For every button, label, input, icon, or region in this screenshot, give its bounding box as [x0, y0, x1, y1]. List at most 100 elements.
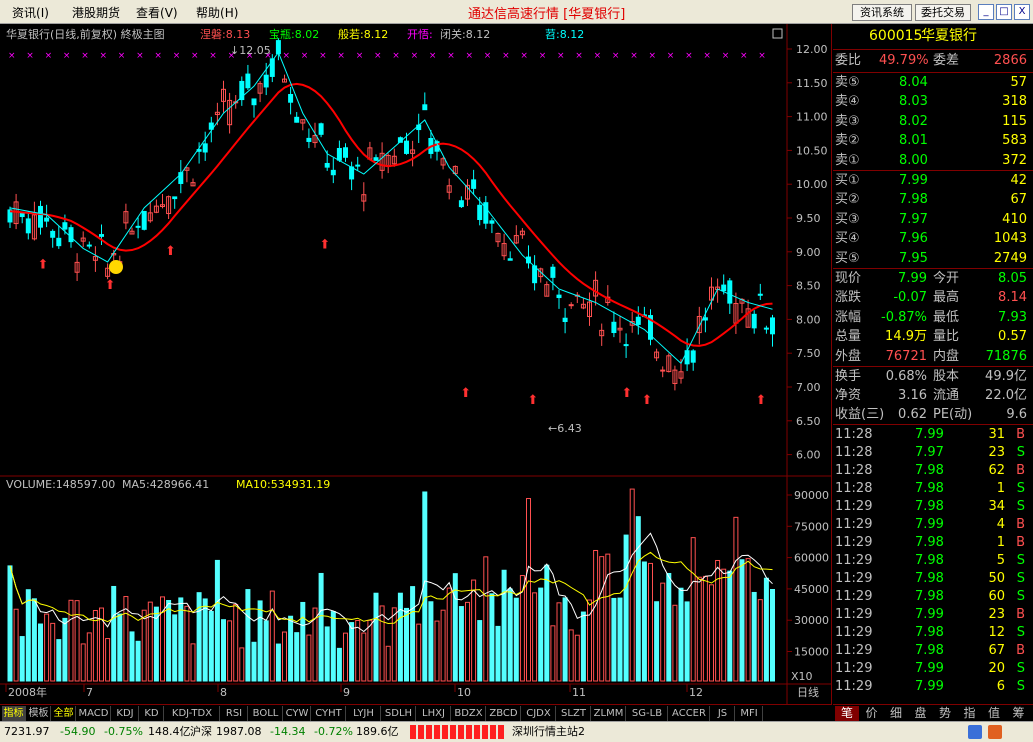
candle: [550, 266, 556, 278]
volume-bar: [355, 620, 361, 682]
buy-arrow-icon: ⬆: [460, 386, 471, 401]
indicator-tab[interactable]: BOLL: [249, 706, 283, 721]
indicator-tab[interactable]: LHXJ: [417, 706, 451, 721]
menu-info[interactable]: 资讯(I): [12, 4, 49, 21]
price-tick: 8.50: [796, 280, 821, 293]
volume-bar: [233, 604, 239, 682]
indicator-tab[interactable]: SG-LB: [627, 706, 668, 721]
signal-marker: ×: [466, 51, 474, 61]
tick-row: 11:29 7.98 34 S: [835, 499, 1025, 514]
signal-marker: ×: [301, 51, 309, 61]
maximize-button[interactable]: □: [996, 4, 1012, 20]
signal-marker: ×: [740, 51, 748, 61]
indicator-tab[interactable]: MFI: [736, 706, 763, 721]
ma5-label: MA5:428966.41: [122, 478, 209, 491]
volume-bar: [458, 606, 464, 682]
smiley-icon: [109, 260, 123, 274]
volume-bar: [660, 582, 666, 682]
close-button[interactable]: X: [1014, 4, 1030, 20]
menu-hk-futures[interactable]: 港股期货: [72, 4, 120, 21]
sh-change: -54.90: [60, 725, 96, 738]
buy-arrow-icon: ⬆: [527, 393, 538, 408]
price-tick: 9.00: [796, 246, 821, 259]
quote-side-tab[interactable]: 价: [860, 706, 884, 721]
quote-side-tab[interactable]: 筹: [1007, 706, 1031, 721]
volume-tick: 45000: [794, 583, 829, 596]
volume-axis: 90000 75000 60000 45000 30000 15000: [787, 489, 829, 659]
candle: [318, 123, 324, 135]
volume-bar: [702, 575, 708, 682]
tick-row: 11:29 7.99 6 S: [835, 679, 1025, 694]
volume-unit: X10: [791, 670, 813, 683]
minimize-button[interactable]: _: [978, 4, 994, 20]
app-title: 通达信高速行情 [华夏银行]: [468, 7, 626, 22]
volume-bar: [379, 605, 385, 682]
indicator-tab[interactable]: CYW: [284, 706, 311, 721]
quote-side-tabs: 笔价细盘势指值筹: [833, 704, 1033, 721]
news-system-button[interactable]: 资讯系统: [852, 4, 912, 21]
quote-side-tab[interactable]: 势: [933, 706, 957, 721]
volume-bar: [477, 620, 483, 682]
volume-bar: [343, 632, 348, 682]
indicator-tab[interactable]: ZLMM: [592, 706, 626, 721]
volume-bar: [385, 645, 391, 682]
volume-bar: [751, 591, 757, 682]
volume-bar: [263, 620, 269, 682]
candle: [623, 344, 629, 347]
indicator-tab[interactable]: RSI: [221, 706, 248, 721]
candle: [404, 140, 409, 154]
indicator-tab[interactable]: CYHT: [312, 706, 346, 721]
volume-bar: [574, 634, 580, 682]
signal-marker: ×: [191, 51, 199, 61]
signal-marker: ×: [703, 51, 711, 61]
indicator-tab[interactable]: SLZT: [557, 706, 591, 721]
candle: [422, 104, 428, 111]
candle: [727, 280, 733, 304]
chart-title: 华夏银行(日线,前复权) 終极主图: [6, 27, 165, 41]
volume-bar: [80, 643, 86, 682]
signal-marker: ×: [685, 51, 693, 61]
volume-bar: [440, 609, 446, 682]
indicator-tab[interactable]: JS: [711, 706, 735, 721]
signal-marker: ×: [758, 51, 766, 61]
date-tick: 11: [572, 686, 586, 699]
indicator-tab[interactable]: 模板: [27, 706, 51, 721]
indicator-tab[interactable]: CJDX: [522, 706, 556, 721]
menu-help[interactable]: 帮助(H): [196, 4, 238, 21]
candle: [306, 137, 312, 142]
period-label: 日线: [797, 685, 819, 699]
candle: [202, 143, 208, 153]
indicator-tab[interactable]: MACD: [77, 706, 111, 721]
quote-side-tab[interactable]: 笔: [835, 706, 859, 721]
ask-row: 卖④ 8.03 318: [835, 94, 1027, 110]
indicator-tab[interactable]: LYJH: [347, 706, 381, 721]
quote-side-tab[interactable]: 细: [884, 706, 908, 721]
date-tick: 10: [457, 686, 471, 699]
candle: [324, 162, 330, 168]
indicator-tab[interactable]: SDLH: [382, 706, 416, 721]
kline-chart[interactable]: 华夏银行(日线,前复权) 終极主图 涅磐:8.13 宝瓶:8.02 般若:8.12 开…: [0, 24, 832, 704]
tick-row: 11:29 7.99 20 S: [835, 661, 1025, 676]
indicator-tab[interactable]: KD: [140, 706, 164, 721]
indicator-tab[interactable]: ACCER: [669, 706, 710, 721]
chart-expand-icon[interactable]: [772, 28, 783, 39]
bid-row: 买① 7.99 42: [835, 173, 1027, 188]
indicator-tab[interactable]: 指标: [2, 706, 26, 721]
candle: [50, 230, 56, 238]
ask-row: 卖① 8.00 372: [835, 152, 1027, 168]
indicator-tab[interactable]: 全部: [52, 706, 76, 721]
indicator-tab[interactable]: ZBCD: [487, 706, 521, 721]
indicator-tab[interactable]: KDJ: [112, 706, 139, 721]
buy-arrow-icon: ⬆: [756, 393, 767, 408]
quote-side-tab[interactable]: 值: [982, 706, 1006, 721]
trade-button[interactable]: 委托交易: [915, 4, 971, 21]
indicator-tab[interactable]: KDJ-TDX: [165, 706, 220, 721]
quote-side-tab[interactable]: 盘: [909, 706, 933, 721]
volume-bar: [239, 647, 245, 682]
volume-bar: [416, 623, 422, 682]
indicator-tab[interactable]: BDZX: [452, 706, 486, 721]
date-tick: 8: [220, 686, 227, 699]
menu-view[interactable]: 查看(V): [136, 4, 178, 21]
indicator-value: 涅磐:8.13: [200, 27, 250, 41]
quote-side-tab[interactable]: 指: [958, 706, 982, 721]
